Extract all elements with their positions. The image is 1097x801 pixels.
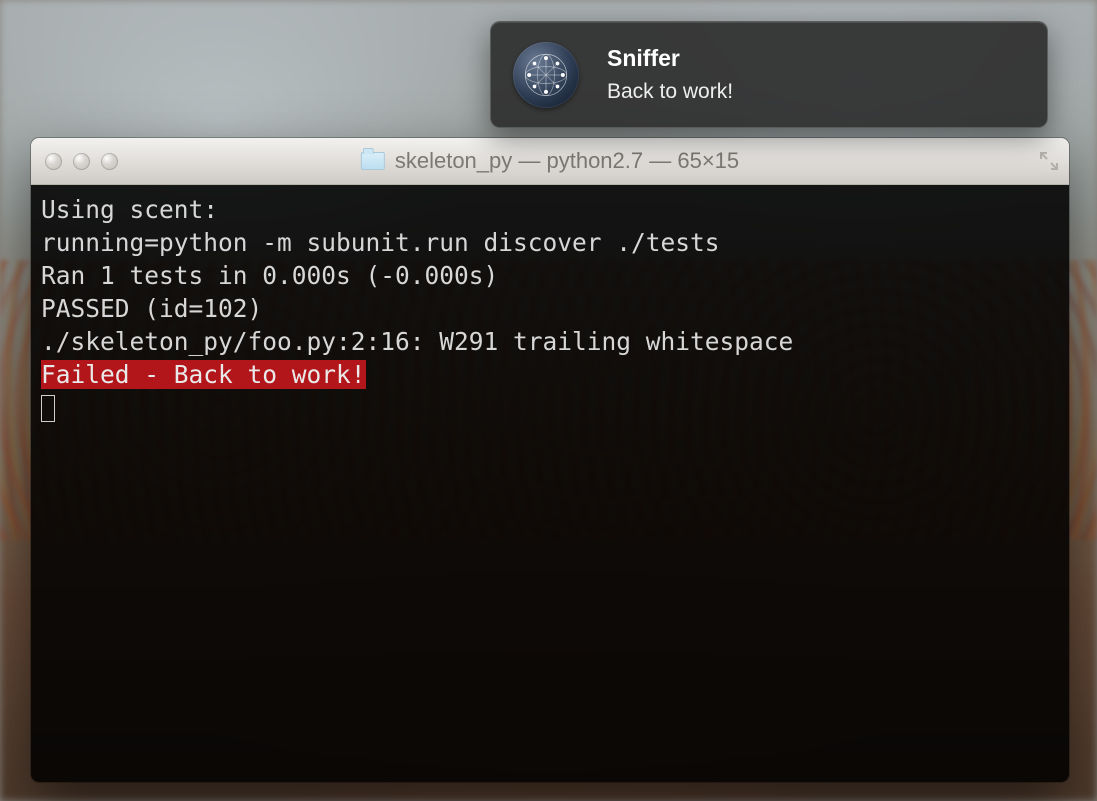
notification-body: Back to work! xyxy=(607,80,733,104)
window-title: skeleton_py — python2.7 — 65×15 xyxy=(361,148,739,174)
terminal-line: Failed - Back to work! xyxy=(41,358,1059,391)
terminal-line: ./skeleton_py/foo.py:2:16: W291 trailing… xyxy=(41,325,1059,358)
folder-icon xyxy=(361,152,385,170)
network-globe-icon xyxy=(513,42,579,108)
traffic-lights xyxy=(45,153,118,170)
terminal-body[interactable]: Using scent:running=python -m subunit.ru… xyxy=(31,185,1069,782)
notification-title: Sniffer xyxy=(607,45,733,73)
terminal-line: Ran 1 tests in 0.000s (-0.000s) xyxy=(41,259,1059,292)
window-title-text: skeleton_py — python2.7 — 65×15 xyxy=(395,148,739,174)
minimize-button[interactable] xyxy=(73,153,90,170)
close-button[interactable] xyxy=(45,153,62,170)
terminal-line: running=python -m subunit.run discover .… xyxy=(41,226,1059,259)
cursor-line xyxy=(41,391,1059,424)
cursor-icon xyxy=(41,395,55,422)
terminal-line: Using scent: xyxy=(41,193,1059,226)
fullscreen-icon[interactable] xyxy=(1039,151,1059,171)
notification-text: Sniffer Back to work! xyxy=(607,45,733,105)
terminal-window[interactable]: skeleton_py — python2.7 — 65×15 Using sc… xyxy=(31,138,1069,782)
zoom-button[interactable] xyxy=(101,153,118,170)
terminal-line: PASSED (id=102) xyxy=(41,292,1059,325)
notification-banner[interactable]: Sniffer Back to work! xyxy=(490,21,1048,128)
title-bar[interactable]: skeleton_py — python2.7 — 65×15 xyxy=(31,138,1069,185)
